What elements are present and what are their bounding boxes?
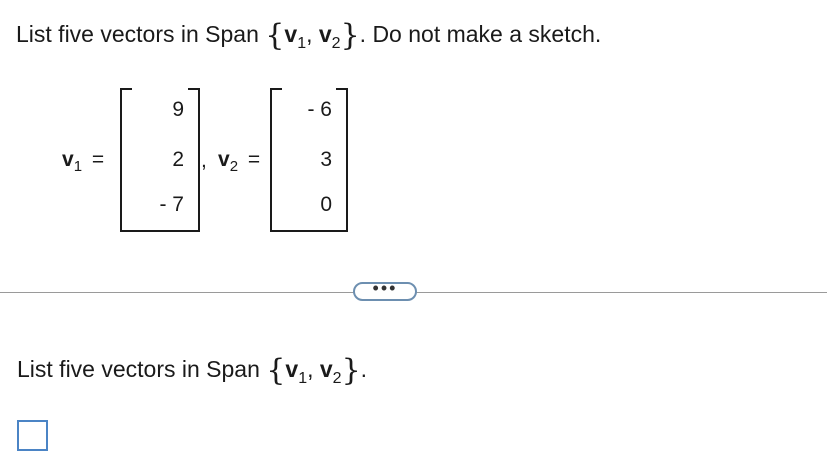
answer-v2-symbol: v	[319, 356, 333, 382]
brace-close: }	[340, 18, 360, 53]
vectors-comma: ,	[201, 149, 207, 172]
answer-brace-close: }	[341, 353, 361, 388]
v2-label: v2 =	[218, 148, 261, 174]
vector-v1-symbol: v	[284, 21, 298, 47]
answer-period: .	[360, 356, 368, 382]
v2-entry-3: 0	[320, 193, 332, 216]
vector-v1-index: 1	[297, 35, 307, 52]
answer-prompt-prefix: List five vectors in Span	[17, 356, 260, 382]
v1-index: 1	[73, 158, 83, 175]
question-prompt-suffix: . Do not make a sketch.	[359, 21, 602, 47]
v1-equals: =	[91, 148, 105, 171]
answer-input-box[interactable]	[17, 420, 48, 451]
v2-entry-1: - 6	[307, 98, 332, 121]
vector-v2-symbol: v	[318, 21, 332, 47]
answer-separator: ,	[307, 356, 314, 382]
v2-entry-2: 3	[320, 148, 332, 171]
v1-label: v1 =	[62, 148, 105, 174]
v1-entry-3: - 7	[159, 193, 184, 216]
v2-matrix: - 6 3 0	[270, 86, 348, 234]
answer-prompt: List five vectors in Span {v1, v2}.	[17, 353, 368, 387]
v1-entry-2: 2	[172, 148, 184, 171]
answer-brace-open: {	[266, 353, 286, 388]
vector-v2-index: 2	[331, 35, 341, 52]
question-prompt-prefix: List five vectors in Span	[16, 21, 259, 47]
brace-open: {	[265, 18, 285, 53]
answer-v2-index: 2	[332, 370, 342, 387]
v1-entry-1: 9	[172, 98, 184, 121]
separator: ,	[306, 21, 313, 47]
v1-symbol: v	[62, 148, 74, 171]
more-options-button[interactable]: •••	[353, 279, 417, 301]
question-prompt: List five vectors in Span {v1, v2}. Do n…	[16, 18, 602, 52]
answer-v1-symbol: v	[285, 356, 299, 382]
answer-v1-index: 1	[298, 370, 308, 387]
v2-index: 2	[229, 158, 239, 175]
v2-symbol: v	[218, 148, 230, 171]
v1-matrix: 9 2 - 7	[120, 86, 200, 234]
v2-equals: =	[247, 148, 261, 171]
